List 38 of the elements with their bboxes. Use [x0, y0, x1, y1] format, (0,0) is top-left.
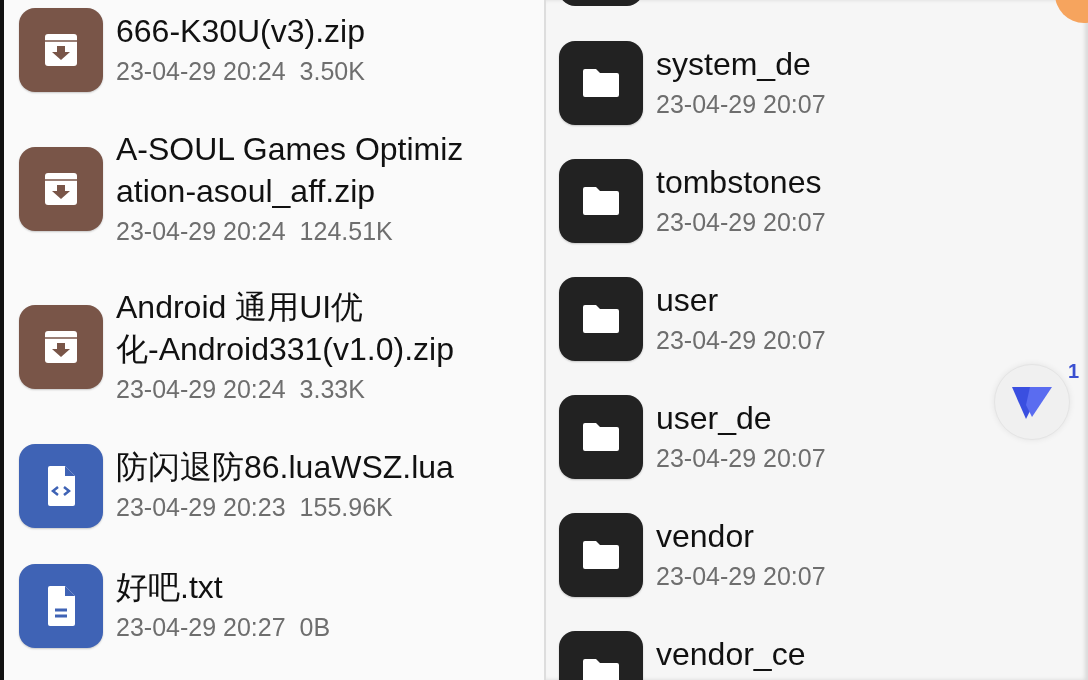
folder-name: vendor_ce — [656, 635, 806, 674]
folder-name: user_de — [656, 399, 773, 438]
file-date: 23-04-29 20:24 — [116, 56, 286, 87]
file-name: Android 通用UI优 化-Android331(v1.0).zip — [116, 288, 454, 369]
file-name: 好吧.txt — [116, 568, 224, 607]
file-icon — [19, 444, 103, 528]
folder-icon — [559, 159, 643, 243]
folder-icon — [559, 395, 643, 479]
file-date: 23-04-29 20:24 — [116, 374, 286, 405]
file-icon — [19, 147, 103, 231]
file-icon — [19, 8, 103, 92]
file-size: 155.96K — [299, 492, 393, 523]
notification-count: 1 — [1068, 360, 1080, 383]
file-name: 防闪退防86.luaWSZ.lua — [116, 448, 454, 487]
folder-name: user — [656, 281, 720, 320]
folder-name: system_de — [656, 45, 812, 84]
folder-name: vendor — [656, 517, 755, 556]
folder-name: tombstones — [656, 163, 823, 202]
file-size: 124.51K — [299, 216, 393, 247]
file-date: 23-04-29 20:27 — [116, 612, 286, 643]
folder-date: 23-04-29 20:07 — [656, 561, 826, 592]
file-icon — [19, 564, 103, 648]
file-size: 0B — [299, 612, 331, 643]
v-logo-icon — [1012, 385, 1052, 419]
file-date: 23-04-29 20:24 — [116, 216, 286, 247]
folder-icon — [559, 41, 643, 125]
folder-date: 23-04-29 20:07 — [656, 443, 826, 474]
folder-date: 23-04-29 20:07 — [656, 89, 826, 120]
file-date: 23-04-29 20:23 — [116, 492, 286, 523]
folder-icon — [559, 277, 643, 361]
file-name: 666-K30U(v3).zip — [116, 12, 365, 51]
folder-date: 23-04-29 20:07 — [656, 325, 826, 356]
folder-icon — [559, 513, 643, 597]
file-size: 3.33K — [299, 374, 365, 405]
file-size: 3.50K — [299, 56, 365, 87]
folder-date: 23-04-29 20:07 — [656, 207, 826, 238]
file-name: A-SOUL Games Optimiz ation-asoul_aff.zip — [116, 130, 464, 211]
file-icon — [19, 305, 103, 389]
